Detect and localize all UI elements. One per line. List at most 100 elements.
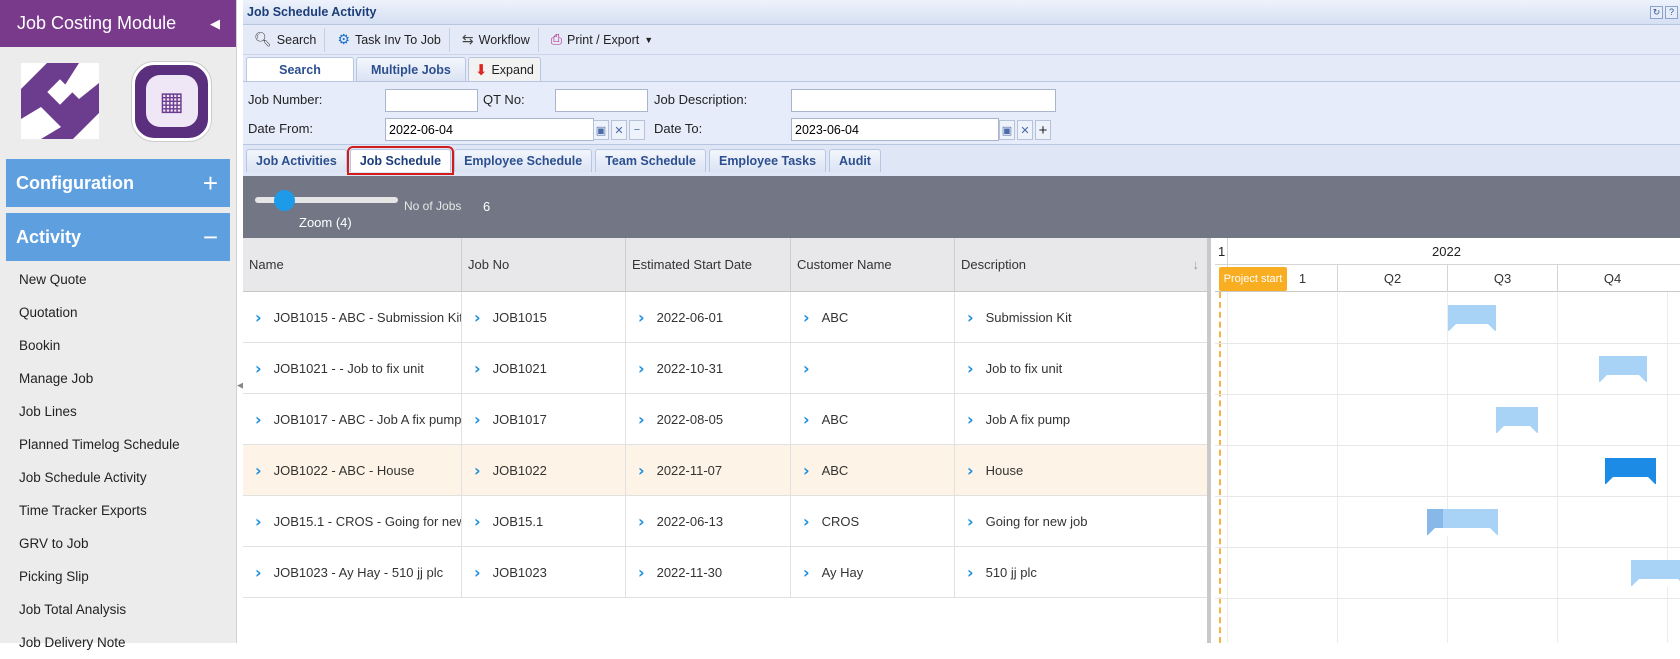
cell-job-no[interactable]: › JOB1021 (462, 343, 626, 393)
collapse-sidebar-icon[interactable]: ◀ (210, 16, 220, 32)
job-description-input[interactable] (791, 89, 1056, 112)
chevron-right-icon[interactable]: › (803, 563, 810, 582)
chevron-right-icon[interactable]: › (803, 461, 810, 480)
cell-customer[interactable]: › CROS (791, 496, 955, 546)
cell-name[interactable]: › JOB1015 - ABC - Submission Kit (243, 292, 462, 342)
chevron-right-icon[interactable]: › (967, 512, 974, 531)
cell-job-no[interactable]: › JOB1023 (462, 547, 626, 597)
cell-name[interactable]: › JOB1017 - ABC - Job A fix pump (243, 394, 462, 444)
column-header-job-no[interactable]: Job No (462, 238, 626, 291)
chevron-right-icon[interactable]: › (474, 359, 481, 378)
cell-customer[interactable]: › ABC (791, 445, 955, 495)
cell-customer[interactable]: › ABC (791, 394, 955, 444)
cell-start-date[interactable]: › 2022-06-01 (626, 292, 791, 342)
cell-job-no[interactable]: › JOB1017 (462, 394, 626, 444)
table-row[interactable]: › JOB1021 - - Job to fix unit › JOB1021 › 202… (243, 343, 1207, 394)
menu-item-job-lines[interactable]: Job Lines (0, 395, 236, 428)
chevron-right-icon[interactable]: › (803, 410, 810, 429)
job-number-input[interactable] (385, 89, 478, 112)
cell-start-date[interactable]: › 2022-11-30 (626, 547, 791, 597)
zoom-slider-handle[interactable] (274, 190, 295, 211)
chevron-right-icon[interactable]: › (803, 359, 810, 378)
task-bar-job1015[interactable] (1448, 305, 1496, 331)
cell-description[interactable]: › 510 jj plc (955, 547, 1207, 597)
cell-name[interactable]: › JOB1022 - ABC - House (243, 445, 462, 495)
chevron-right-icon[interactable]: › (255, 359, 262, 378)
chevron-right-icon[interactable]: › (474, 563, 481, 582)
cell-customer[interactable]: › Ay Hay (791, 547, 955, 597)
chevron-right-icon[interactable]: › (967, 359, 974, 378)
chevron-right-icon[interactable]: › (967, 308, 974, 327)
table-row[interactable]: › JOB15.1 - CROS - Going for new job › JOB1… (243, 496, 1207, 547)
cell-name[interactable]: › JOB15.1 - CROS - Going for new job (243, 496, 462, 546)
cell-name[interactable]: › JOB1023 - Ay Hay - 510 jj plc (243, 547, 462, 597)
tab-job-schedule[interactable]: Job Schedule (346, 146, 455, 175)
chevron-right-icon[interactable]: › (474, 512, 481, 531)
tab-employee-tasks[interactable]: Employee Tasks (708, 149, 827, 172)
chevron-right-icon[interactable]: › (474, 308, 481, 327)
cell-description[interactable]: › Job to fix unit (955, 343, 1207, 393)
chevron-right-icon[interactable]: › (638, 512, 645, 531)
menu-item-job-total-analysis[interactable]: Job Total Analysis (0, 593, 236, 626)
print-export-button[interactable]: ⎙ Print / Export ▼ (543, 28, 661, 52)
qt-no-input[interactable] (555, 89, 648, 112)
plus-icon[interactable]: + (1035, 120, 1051, 140)
calendar-icon[interactable]: ▣ (999, 120, 1015, 140)
table-row[interactable]: › JOB1017 - ABC - Job A fix pump › JOB1017 ›… (243, 394, 1207, 445)
chevron-right-icon[interactable]: › (255, 308, 262, 327)
column-header-start-date[interactable]: Estimated Start Date (626, 238, 791, 291)
task-bar-job1017[interactable] (1496, 407, 1538, 433)
task-bar-job15-1[interactable] (1427, 509, 1498, 535)
tab-audit[interactable]: Audit (829, 149, 881, 172)
chevron-right-icon[interactable]: › (967, 563, 974, 582)
menu-item-new-quote[interactable]: New Quote (0, 263, 236, 296)
task-bar-job1022[interactable] (1605, 458, 1656, 484)
tab-employee-schedule[interactable]: Employee Schedule (454, 149, 593, 172)
date-from-input[interactable] (385, 118, 594, 141)
column-header-name[interactable]: Name (243, 238, 462, 291)
table-row[interactable]: › JOB1015 - ABC - Submission Kit › JOB1015 ›… (243, 292, 1207, 343)
cell-start-date[interactable]: › 2022-06-13 (626, 496, 791, 546)
chevron-right-icon[interactable]: › (638, 563, 645, 582)
menu-item-grv-to-job[interactable]: GRV to Job (0, 527, 236, 560)
refresh-icon[interactable]: ↻ (1650, 5, 1663, 19)
column-header-description[interactable]: Description ↓ (955, 238, 1207, 291)
minus-icon[interactable]: − (629, 120, 645, 140)
workflow-button[interactable]: ⇆ Workflow (454, 27, 539, 52)
calendar-icon[interactable]: ▣ (593, 120, 609, 140)
menu-item-planned-timelog[interactable]: Planned Timelog Schedule (0, 428, 236, 461)
chevron-right-icon[interactable]: › (474, 461, 481, 480)
task-bar-job1021[interactable] (1599, 356, 1647, 382)
cell-description[interactable]: › House (955, 445, 1207, 495)
chevron-right-icon[interactable]: › (474, 410, 481, 429)
table-row[interactable]: › JOB1023 - Ay Hay - 510 jj plc › JOB1023 › 2… (243, 547, 1207, 598)
tab-team-schedule[interactable]: Team Schedule (595, 149, 706, 172)
plus-icon[interactable]: + (203, 170, 218, 196)
cell-job-no[interactable]: › JOB1015 (462, 292, 626, 342)
help-icon[interactable]: ? (1665, 5, 1678, 19)
cell-description[interactable]: › Going for new job (955, 496, 1207, 546)
cell-job-no[interactable]: › JOB1022 (462, 445, 626, 495)
section-activity[interactable]: Activity − (6, 213, 230, 261)
menu-item-job-schedule-activity[interactable]: Job Schedule Activity (0, 461, 236, 494)
clear-icon[interactable]: ✕ (611, 120, 627, 140)
menu-item-manage-job[interactable]: Manage Job (0, 362, 236, 395)
cell-name[interactable]: › JOB1021 - - Job to fix unit (243, 343, 462, 393)
chevron-right-icon[interactable]: › (803, 308, 810, 327)
chevron-right-icon[interactable]: › (638, 308, 645, 327)
cell-job-no[interactable]: › JOB15.1 (462, 496, 626, 546)
tab-multiple-jobs[interactable]: Multiple Jobs (356, 57, 466, 81)
minus-icon[interactable]: − (203, 224, 218, 250)
chevron-right-icon[interactable]: › (638, 359, 645, 378)
section-configuration[interactable]: Configuration + (6, 159, 230, 207)
menu-item-time-tracker-exports[interactable]: Time Tracker Exports (0, 494, 236, 527)
cell-description[interactable]: › Submission Kit (955, 292, 1207, 342)
task-inv-to-job-button[interactable]: ⚙ Task Inv To Job (329, 27, 450, 52)
chevron-right-icon[interactable]: › (255, 563, 262, 582)
cell-description[interactable]: › Job A fix pump (955, 394, 1207, 444)
chevron-right-icon[interactable]: › (803, 512, 810, 531)
menu-item-quotation[interactable]: Quotation (0, 296, 236, 329)
clear-icon[interactable]: ✕ (1017, 120, 1033, 140)
chevron-right-icon[interactable]: › (255, 410, 262, 429)
sort-arrow-icon[interactable]: ↓ (1193, 257, 1200, 272)
